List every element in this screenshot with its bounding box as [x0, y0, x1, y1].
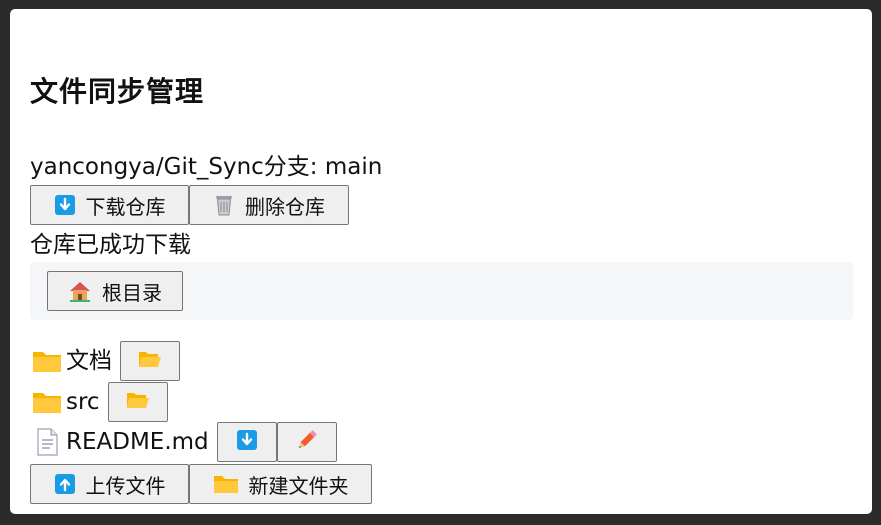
new-folder-label: 新建文件夹 [248, 473, 349, 498]
upload-file-label: 上传文件 [85, 473, 166, 498]
download-icon [236, 429, 258, 456]
download-repo-button[interactable]: 下载仓库 [30, 185, 189, 225]
list-item: 文档 [32, 341, 180, 381]
root-directory-label: 根目录 [102, 280, 162, 305]
main-panel: 文件同步管理 yancongya/Git_Sync分支: main 下载仓库 删… [10, 9, 872, 514]
document-icon [36, 428, 58, 456]
download-icon [54, 194, 76, 216]
folder-icon [213, 473, 239, 495]
status-message: 仓库已成功下载 [30, 232, 191, 258]
home-icon [68, 280, 92, 302]
repo-info: yancongya/Git_Sync分支: main [30, 152, 382, 182]
trash-icon [213, 193, 235, 217]
page-title: 文件同步管理 [30, 75, 205, 108]
open-folder-button[interactable] [107, 382, 168, 422]
list-item: README.md [32, 422, 337, 462]
edit-file-button[interactable] [276, 422, 337, 462]
file-name[interactable]: src [66, 387, 100, 417]
pencil-icon [295, 428, 319, 457]
file-name[interactable]: 文档 [66, 346, 112, 376]
delete-repo-label: 删除仓库 [245, 194, 325, 219]
upload-icon [54, 473, 76, 495]
repo-name: yancongya/Git_Sync [30, 154, 264, 180]
breadcrumb: 根目录 [30, 262, 853, 320]
folder-icon [32, 348, 62, 374]
download-file-button[interactable] [216, 422, 277, 462]
delete-repo-button[interactable]: 删除仓库 [189, 185, 349, 225]
open-folder-icon [126, 390, 150, 415]
upload-file-button[interactable]: 上传文件 [30, 464, 189, 504]
download-repo-label: 下载仓库 [85, 194, 166, 219]
open-folder-icon [138, 349, 162, 374]
file-name[interactable]: README.md [66, 427, 209, 457]
root-directory-button[interactable]: 根目录 [47, 271, 183, 311]
new-folder-button[interactable]: 新建文件夹 [189, 464, 372, 504]
folder-icon [32, 389, 62, 415]
list-item: src [32, 382, 168, 422]
branch-label: 分支: [263, 154, 325, 180]
branch-name: main [324, 154, 383, 180]
repo-actions: 下载仓库 删除仓库 [30, 185, 349, 225]
open-folder-button[interactable] [120, 341, 180, 381]
bottom-actions: 上传文件 新建文件夹 [30, 464, 372, 504]
